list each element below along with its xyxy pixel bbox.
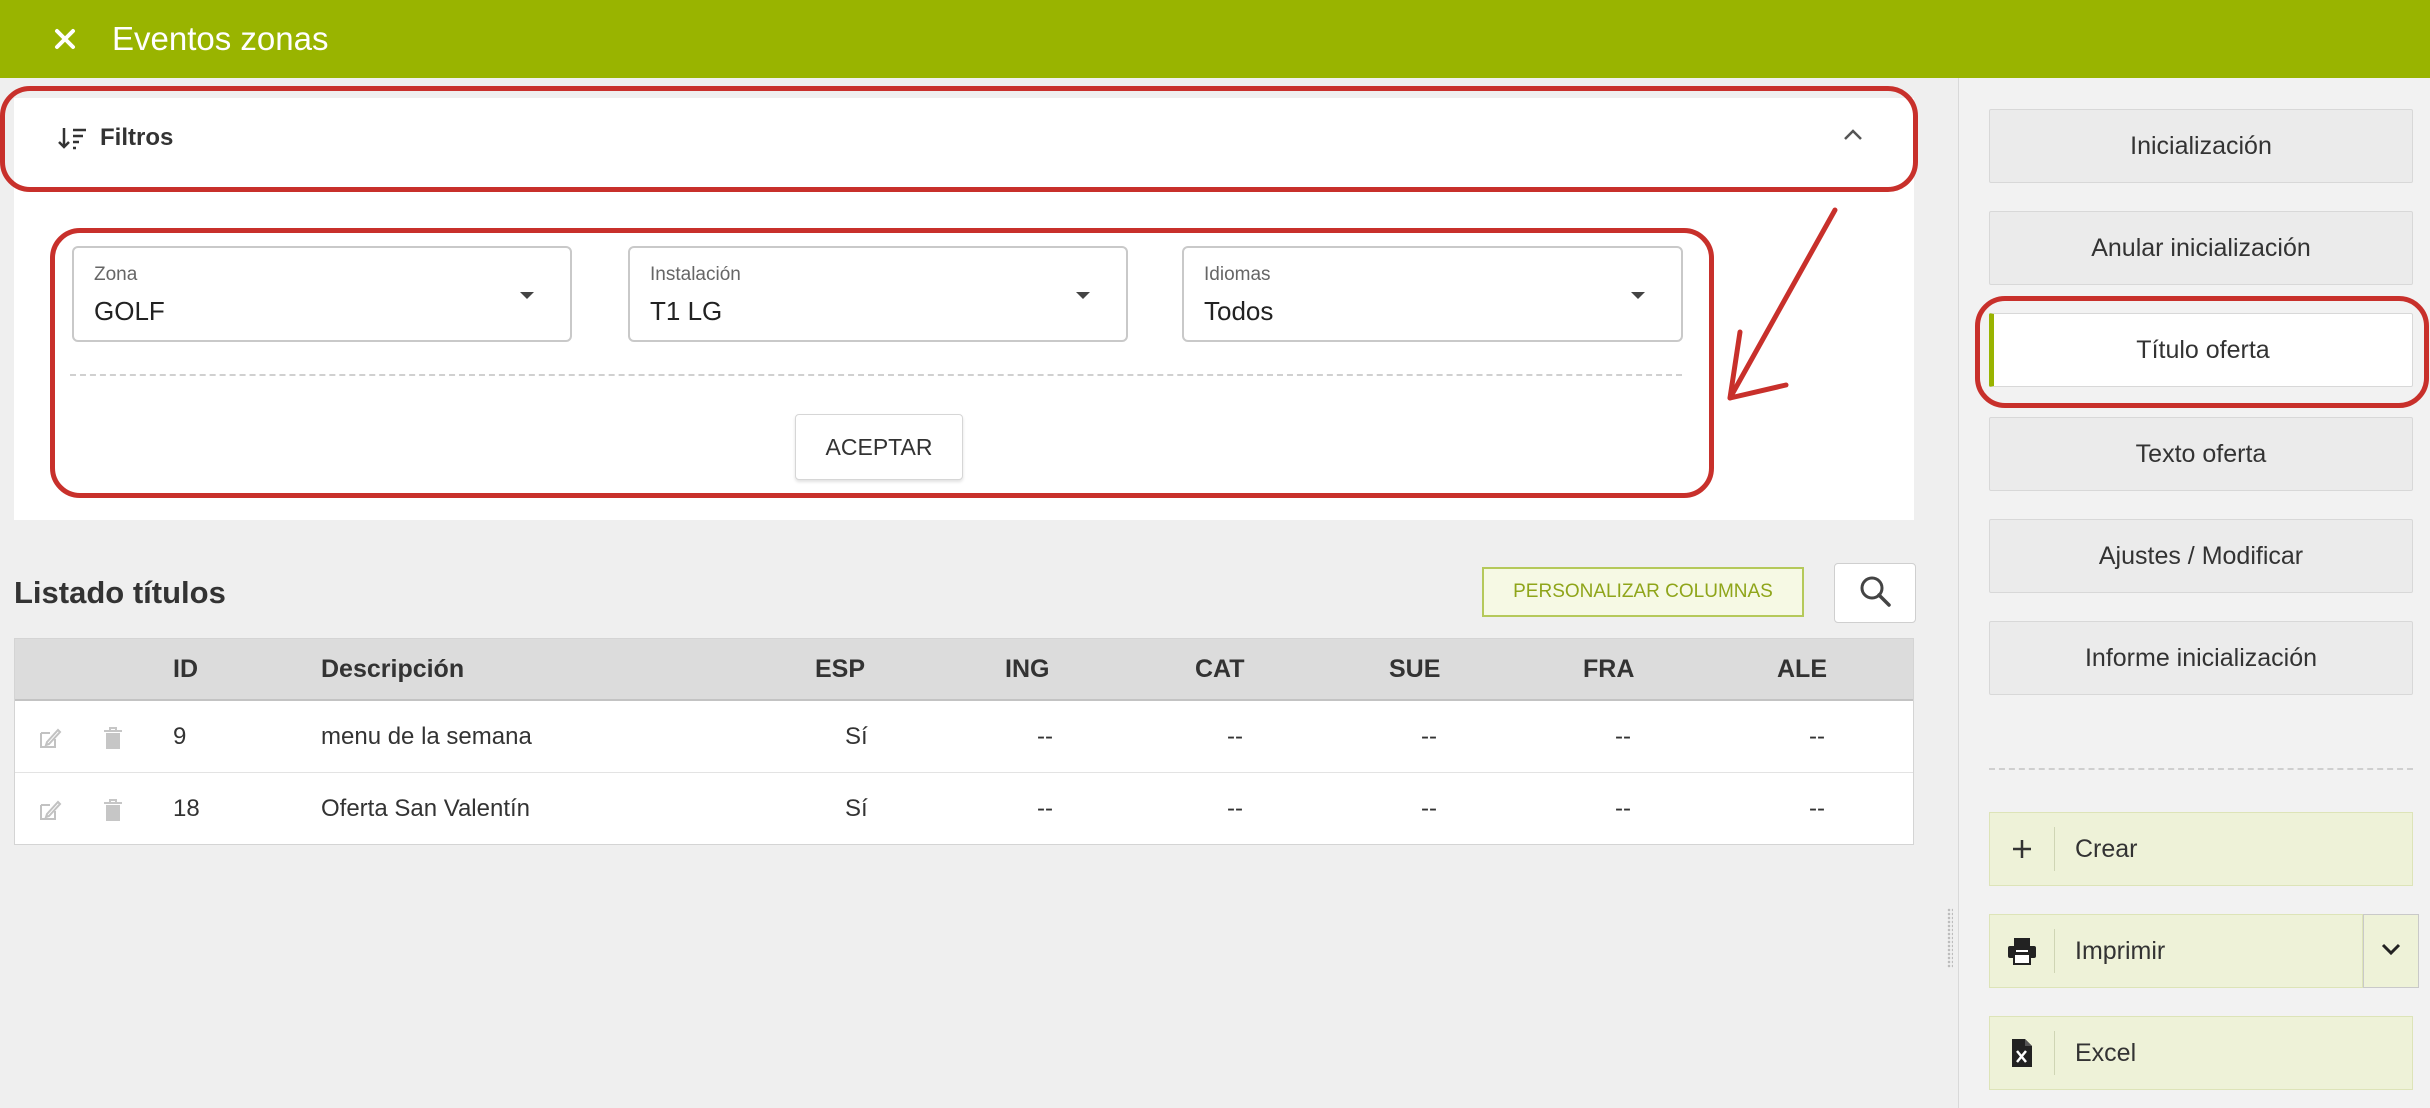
cell-sue: -- (1421, 723, 1437, 750)
cell-esp: Sí (845, 795, 868, 822)
right-sidebar: Inicialización Anular inicialización Tít… (1947, 78, 2430, 1108)
cell-cat: -- (1227, 795, 1243, 822)
resize-handle[interactable] (1947, 908, 1953, 968)
cell-id: 18 (173, 795, 200, 822)
cell-ing: -- (1037, 795, 1053, 822)
idiomas-label: Idiomas (1204, 264, 1271, 285)
idiomas-value: Todos (1204, 296, 1274, 326)
excel-label: Excel (2075, 1038, 2137, 1067)
cell-fra: -- (1615, 795, 1631, 822)
zona-value: GOLF (94, 296, 165, 326)
col-descripcion[interactable]: Descripción (321, 639, 464, 699)
col-fra[interactable]: FRA (1583, 639, 1634, 699)
caret-down-icon (1631, 292, 1645, 299)
cell-sue: -- (1421, 795, 1437, 822)
cell-ing: -- (1037, 723, 1053, 750)
caret-down-icon (520, 292, 534, 299)
idiomas-select[interactable]: Idiomas Todos (1182, 246, 1683, 342)
trash-icon[interactable] (101, 797, 125, 823)
filters-header[interactable]: Filtros (14, 98, 1914, 178)
col-cat[interactable]: CAT (1195, 639, 1245, 699)
create-label: Crear (2075, 834, 2138, 863)
texto-oferta-button[interactable]: Texto oferta (1989, 417, 2413, 491)
excel-button[interactable]: Excel (1989, 1016, 2413, 1090)
list-title: Listado títulos (14, 575, 226, 610)
divider (70, 374, 1682, 376)
table-row[interactable]: 18 Oferta San Valentín Sí -- -- -- -- -- (15, 773, 1913, 844)
create-button[interactable]: Crear (1989, 812, 2413, 886)
print-button[interactable]: Imprimir (1989, 914, 2363, 988)
cell-desc: menu de la semana (321, 723, 532, 750)
titles-table: ID Descripción ESP ING CAT SUE FRA ALE 9… (14, 638, 1914, 845)
table-header: ID Descripción ESP ING CAT SUE FRA ALE (15, 639, 1913, 701)
chevron-down-icon (2380, 942, 2402, 961)
cell-desc: Oferta San Valentín (321, 795, 531, 822)
col-sue[interactable]: SUE (1389, 639, 1440, 699)
caret-down-icon (1076, 292, 1090, 299)
accept-button[interactable]: ACEPTAR (795, 414, 963, 480)
separator (2054, 929, 2055, 973)
zona-select[interactable]: Zona GOLF (72, 246, 572, 342)
annotation-arrow (1727, 207, 1838, 401)
main-panel: Filtros Zona GOLF Instalación T1 LG Idio… (0, 78, 1958, 1108)
zona-label: Zona (94, 264, 138, 285)
close-icon[interactable] (52, 26, 92, 52)
col-ing[interactable]: ING (1005, 639, 1049, 699)
trash-icon[interactable] (101, 725, 125, 751)
inicializacion-button[interactable]: Inicialización (1989, 109, 2413, 183)
col-esp[interactable]: ESP (815, 639, 865, 699)
chevron-up-icon[interactable] (1842, 128, 1864, 142)
ajustes-modificar-button[interactable]: Ajustes / Modificar (1989, 519, 2413, 593)
cell-ale: -- (1809, 723, 1825, 750)
customize-columns-button[interactable]: PERSONALIZAR COLUMNAS (1482, 567, 1804, 617)
print-label: Imprimir (2075, 936, 2166, 965)
cell-fra: -- (1615, 723, 1631, 750)
printer-icon (1990, 936, 2054, 966)
print-options-dropdown[interactable] (2363, 914, 2419, 988)
col-id[interactable]: ID (173, 639, 198, 699)
instalacion-value: T1 LG (650, 296, 723, 326)
anular-inicializacion-button[interactable]: Anular inicialización (1989, 211, 2413, 285)
table-row[interactable]: 9 menu de la semana Sí -- -- -- -- -- (15, 701, 1913, 773)
edit-icon[interactable] (37, 725, 63, 751)
top-bar: Eventos zonas (0, 0, 2430, 78)
search-icon (1858, 574, 1892, 613)
search-button[interactable] (1834, 563, 1916, 623)
cell-ale: -- (1809, 795, 1825, 822)
divider (1989, 768, 2413, 770)
filters-body: Zona GOLF Instalación T1 LG Idiomas Todo… (14, 178, 1914, 520)
filters-title: Filtros (100, 124, 174, 151)
cell-esp: Sí (845, 723, 868, 750)
col-ale[interactable]: ALE (1777, 639, 1827, 699)
cell-cat: -- (1227, 723, 1243, 750)
edit-icon[interactable] (37, 797, 63, 823)
separator (2054, 827, 2055, 871)
cell-id: 9 (173, 723, 187, 750)
separator (2054, 1031, 2055, 1075)
titulo-oferta-button[interactable]: Título oferta (1989, 313, 2413, 387)
plus-icon (1990, 837, 2054, 861)
instalacion-select[interactable]: Instalación T1 LG (628, 246, 1128, 342)
excel-file-icon (1990, 1038, 2054, 1068)
instalacion-label: Instalación (650, 264, 741, 285)
window-title: Eventos zonas (112, 20, 329, 57)
sort-filter-icon (58, 125, 88, 151)
informe-inicializacion-button[interactable]: Informe inicialización (1989, 621, 2413, 695)
